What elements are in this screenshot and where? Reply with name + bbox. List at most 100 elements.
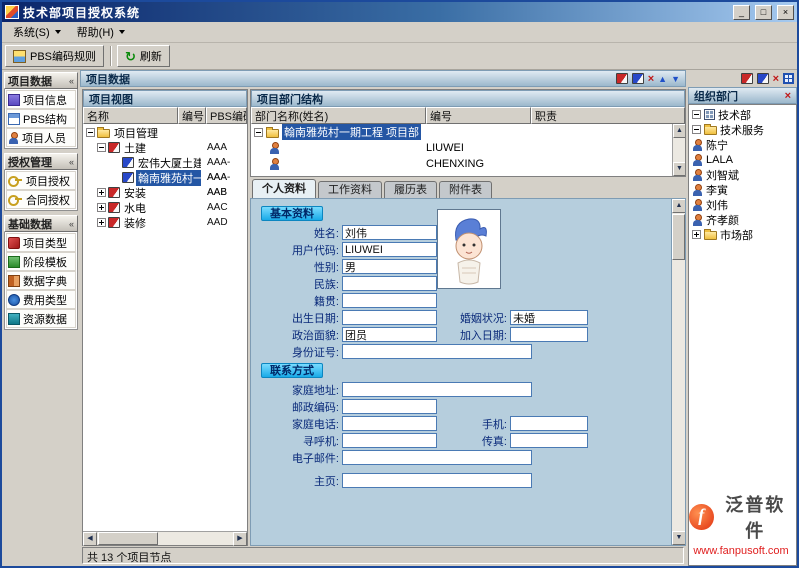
group-header-project-data[interactable]: 项目数据 « [4,72,78,89]
org-row-person[interactable]: 刘智斌 [689,167,796,182]
menu-system[interactable]: 系统(S) [6,22,68,42]
email-input[interactable] [342,450,532,465]
expand-icon[interactable] [692,230,701,239]
postal-code-input[interactable] [342,399,437,414]
sidebar-item-pbs-structure[interactable]: PBS结构 [6,109,76,128]
group-header-base-data[interactable]: 基础数据 « [4,215,78,232]
chevrons-icon: « [69,76,74,86]
vertical-scrollbar[interactable]: ▲ ▼ [672,124,685,176]
id-number-input[interactable] [342,344,532,359]
book-red-icon[interactable] [741,73,753,84]
org-row-person[interactable]: 刘伟 [689,197,796,212]
column-header-dept-code[interactable]: 编号 [426,107,531,124]
pbs-rule-button[interactable]: PBS编码规则 [5,45,104,67]
birth-date-input[interactable] [342,310,437,325]
fax-input[interactable] [510,433,588,448]
sidebar-item-project-auth[interactable]: 项目授权 [6,171,76,190]
scroll-down-icon[interactable]: ▼ [672,531,686,545]
scroll-down-icon[interactable]: ▼ [673,162,685,176]
expand-icon[interactable] [97,203,106,212]
scrollbar-thumb[interactable] [672,214,685,260]
marital-status-input[interactable] [510,310,588,325]
tab-work-info[interactable]: 工作资料 [318,181,382,198]
content-area: 项目数据 « 项目信息 PBS结构 项目人员 [2,70,797,566]
collapse-icon[interactable] [97,143,106,152]
horizontal-scrollbar[interactable]: ◀ ▶ [83,531,247,545]
tree-row-decoration[interactable]: 装修 AAD [83,215,247,230]
scroll-right-icon[interactable]: ▶ [233,532,247,546]
scroll-left-icon[interactable]: ◀ [83,532,97,546]
delete-icon[interactable]: × [773,73,779,85]
native-place-input[interactable] [342,293,437,308]
close-panel-icon[interactable]: × [785,90,791,102]
org-row-market-dept[interactable]: 市场部 [689,227,796,242]
org-row-tech-service[interactable]: 技术服务 [689,122,796,137]
sidebar-item-contract-auth[interactable]: 合同授权 [6,190,76,209]
org-row-person[interactable]: LALA [689,152,796,167]
column-header-name[interactable]: 名称 [83,107,178,124]
chevrons-icon: « [69,157,74,167]
sidebar-item-resource-data[interactable]: 资源数据 [6,309,76,328]
scrollbar-thumb[interactable] [98,532,158,545]
column-header-duty[interactable]: 职责 [531,107,685,124]
tree-row-civil[interactable]: 土建 AAA [83,140,247,155]
sidebar-item-phase-template[interactable]: 阶段模板 [6,252,76,271]
tree-row-plumbing[interactable]: 水电 AAC [83,200,247,215]
book-red-icon[interactable] [616,73,628,84]
expand-icon[interactable] [97,188,106,197]
join-date-input[interactable] [510,327,588,342]
column-header-code[interactable]: 编号 [178,107,206,124]
org-row-person[interactable]: 齐孝颜 [689,212,796,227]
column-header-dept-name[interactable]: 部门名称(姓名) [251,107,426,124]
dept-row-chenxing[interactable]: CHENXING [251,156,672,172]
vertical-scrollbar[interactable]: ▲ ▼ [671,199,685,545]
home-address-input[interactable] [342,382,532,397]
grid-view-icon[interactable] [783,73,794,84]
menu-help[interactable]: 帮助(H) [70,22,132,42]
homepage-input[interactable] [342,473,532,488]
maximize-button[interactable]: □ [755,5,772,20]
minimize-button[interactable]: _ [733,5,750,20]
tab-resume[interactable]: 履历表 [384,181,437,198]
org-row-tech-dept[interactable]: 技术部 [689,107,796,122]
sidebar-item-data-dictionary[interactable]: 数据字典 [6,271,76,290]
user-code-input[interactable] [342,242,437,257]
pager-input[interactable] [342,433,437,448]
dept-row-project-dept[interactable]: 翰南雅苑村一期工程 项目部 [251,124,672,140]
book-blue-icon[interactable] [757,73,769,84]
expand-icon[interactable] [97,218,106,227]
tree-row-install[interactable]: 安装 AAB [83,185,247,200]
move-up-icon[interactable]: ▲ [658,73,667,85]
tree-row-hannan-selected[interactable]: 翰南雅苑村一期01 AAA-AAB [83,170,247,185]
collapse-icon[interactable] [86,128,95,137]
book-blue-icon[interactable] [632,73,644,84]
group-header-authorization[interactable]: 授权管理 « [4,153,78,170]
gender-input[interactable] [342,259,437,274]
scroll-up-icon[interactable]: ▲ [672,199,686,213]
home-phone-input[interactable] [342,416,437,431]
sidebar-item-project-type[interactable]: 项目类型 [6,233,76,252]
close-button[interactable]: × [777,5,794,20]
collapse-icon[interactable] [692,110,701,119]
collapse-icon[interactable] [254,128,263,137]
tree-row-project-mgmt[interactable]: 项目管理 [83,125,247,140]
tab-personal-info[interactable]: 个人资料 [252,179,316,198]
sidebar-item-cost-type[interactable]: 费用类型 [6,290,76,309]
org-row-person[interactable]: 李寅 [689,182,796,197]
dept-row-liuwei[interactable]: LIUWEI [251,140,672,156]
tree-row-hongwei[interactable]: 宏伟大厦土建工 AAA-AAA [83,155,247,170]
political-status-input[interactable] [342,327,437,342]
move-down-icon[interactable]: ▼ [671,73,680,85]
ethnicity-input[interactable] [342,276,437,291]
tab-attachments[interactable]: 附件表 [439,181,492,198]
sidebar-item-project-info[interactable]: 项目信息 [6,90,76,109]
org-row-person[interactable]: 陈宁 [689,137,796,152]
scroll-up-icon[interactable]: ▲ [673,124,685,138]
sidebar-item-project-staff[interactable]: 项目人员 [6,128,76,147]
collapse-icon[interactable] [692,125,701,134]
refresh-button[interactable]: ↻ 刷新 [117,45,170,67]
close-panel-icon[interactable]: × [648,73,654,85]
mobile-input[interactable] [510,416,588,431]
column-header-pbs[interactable]: PBS编码 [206,107,247,124]
name-input[interactable] [342,225,437,240]
